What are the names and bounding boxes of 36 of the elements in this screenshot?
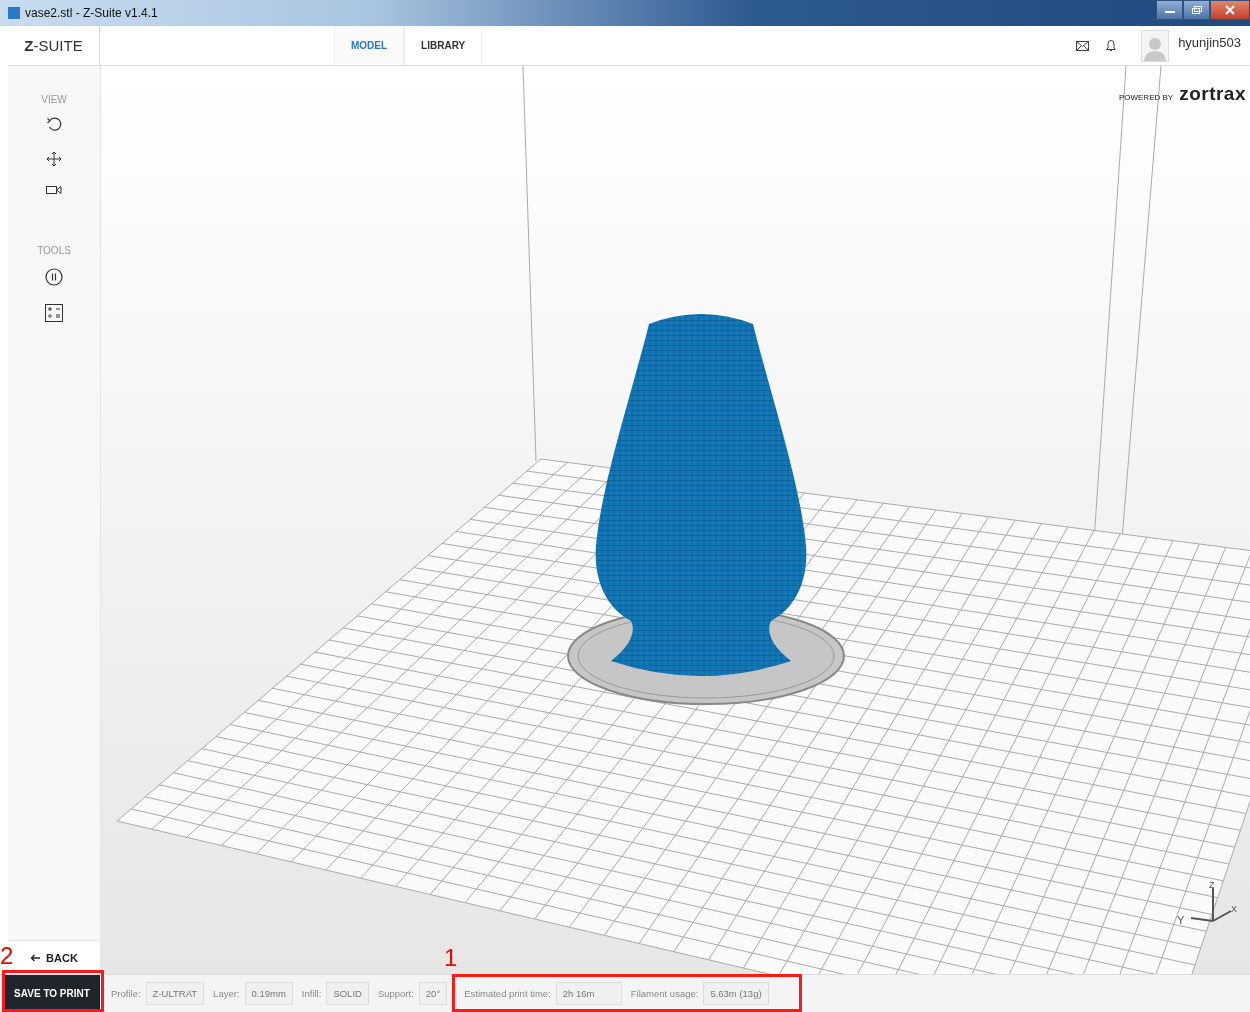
calculator-icon[interactable] xyxy=(45,304,63,322)
restore-button[interactable] xyxy=(1183,0,1210,20)
section-title: VIEW xyxy=(41,94,67,105)
setting-value: 2h 16m xyxy=(555,982,622,1005)
window-title: vase2.stl - Z-Suite v1.4.1 xyxy=(25,6,158,20)
mail-icon[interactable] xyxy=(1076,40,1090,51)
app-icon xyxy=(8,7,20,19)
setting-label: Profile: xyxy=(111,988,141,999)
setting-label: Support: xyxy=(377,988,414,999)
app-logo: Z-SUITE xyxy=(8,26,100,65)
bell-icon[interactable] xyxy=(1105,39,1118,52)
setting-value: SOLID xyxy=(326,982,369,1005)
brand-logo: POWERED BY zortrax xyxy=(1118,83,1246,105)
nav-tab[interactable]: LIBRARY xyxy=(404,26,483,65)
setting-value: Z-ULTRAT xyxy=(145,982,205,1005)
move-icon[interactable] xyxy=(46,151,62,167)
annotation-number: 1 xyxy=(444,946,458,970)
arrow-left-icon xyxy=(30,953,41,962)
setting-value: 20° xyxy=(418,982,448,1005)
setting-value: 5.63m (13g) xyxy=(703,982,770,1005)
camera-icon[interactable] xyxy=(46,185,62,195)
rotate-icon[interactable] xyxy=(46,117,62,133)
axis-gizmo-drawing: Y Z X xyxy=(1177,880,1237,926)
close-button[interactable] xyxy=(1210,0,1250,20)
pause-icon[interactable] xyxy=(45,268,63,286)
setting-label: Filament usage: xyxy=(630,988,699,999)
setting-value: 0.19mm xyxy=(244,982,293,1005)
setting-label: Infill: xyxy=(301,988,322,999)
close-icon xyxy=(1224,5,1236,15)
setting-label: Estimated print time: xyxy=(464,988,551,999)
user-name[interactable]: hyunjin503 xyxy=(1178,35,1241,50)
setting-label: Layer: xyxy=(213,988,240,999)
minimize-button[interactable] xyxy=(1156,0,1183,20)
section-title: TOOLS xyxy=(37,245,71,256)
nav-tab[interactable]: MODEL xyxy=(333,26,405,65)
restore-icon xyxy=(1190,5,1203,15)
